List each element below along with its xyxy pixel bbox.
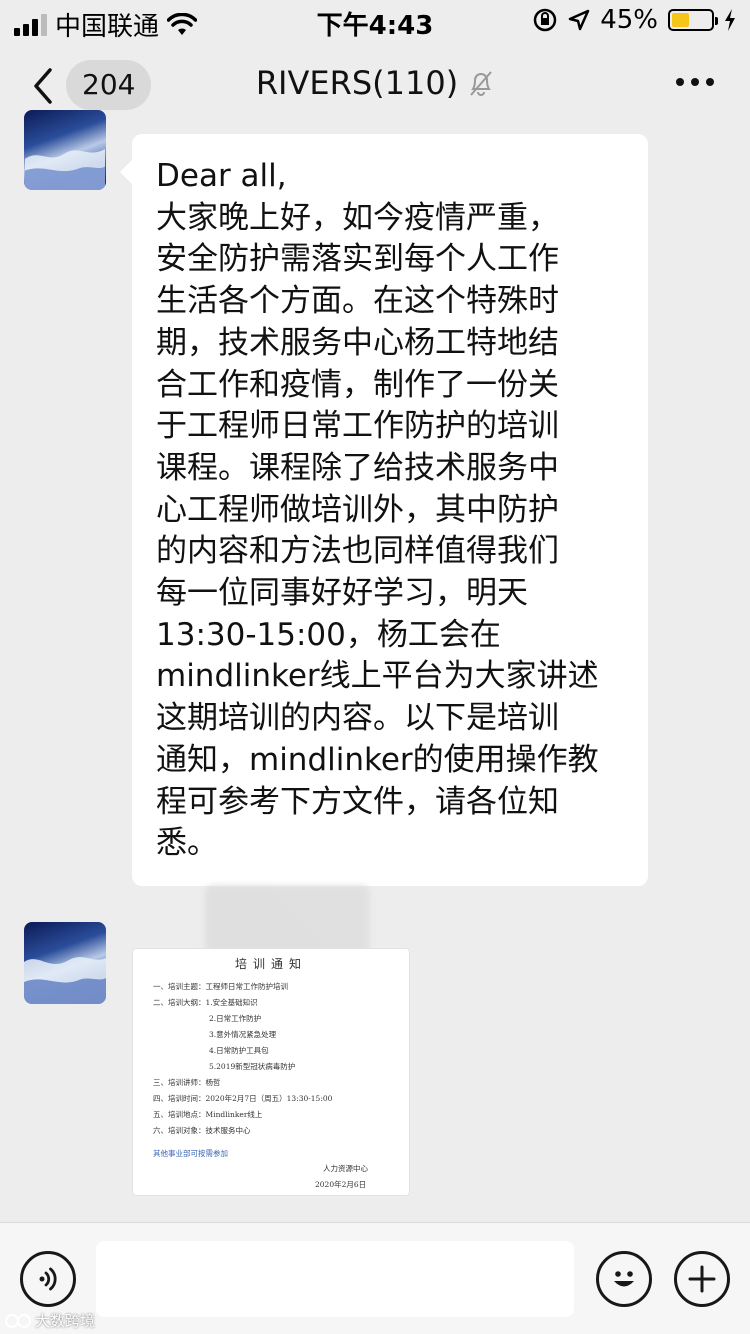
doc-line: 2.日常工作防护	[209, 1014, 262, 1023]
input-bar	[0, 1222, 750, 1334]
location-icon	[568, 9, 590, 31]
emoji-button[interactable]	[596, 1251, 652, 1307]
doc-line: 五、培训地点：Mindlinker线上	[153, 1110, 263, 1119]
emoji-icon	[614, 1271, 634, 1287]
voice-button[interactable]	[20, 1251, 76, 1307]
doc-line: 其他事业部可按需参加	[153, 1149, 228, 1158]
doc-line: 人力资源中心	[323, 1164, 368, 1173]
image-message[interactable]: 培训通知 一、培训主题：工程师日常工作防护培训 二、培训大纲：1.安全基础知识 …	[132, 948, 410, 1196]
sender-avatar[interactable]	[24, 922, 106, 1004]
more-dot	[676, 78, 684, 86]
doc-line: 3.意外情况紧急处理	[209, 1030, 277, 1039]
sender-avatar[interactable]	[24, 110, 106, 190]
battery-percent: 45%	[600, 5, 658, 35]
watermark-text: 大数跨境	[35, 1312, 96, 1330]
more-functions-button[interactable]	[674, 1251, 730, 1307]
doc-line: 六、培训对象：技术服务中心	[153, 1126, 251, 1135]
watermark-logo-icon	[5, 1313, 31, 1328]
message-text: Dear all, 大家晚上好，如今疫情严重， 安全防护需落实到每个人工作 生活…	[156, 158, 599, 862]
doc-line: 四、培训时间：2020年2月7日（周五）13:30-15:00	[153, 1094, 333, 1103]
bell-off-icon	[470, 71, 492, 96]
chat-header: 204 RIVERS(110)	[0, 40, 750, 130]
more-dot	[706, 78, 714, 86]
chat-title-text: RIVERS(110)	[255, 64, 459, 102]
doc-line: 二、培训大纲：1.安全基础知识	[153, 998, 258, 1007]
voice-icon	[39, 1267, 57, 1291]
message-bubble[interactable]: Dear all, 大家晚上好，如今疫情严重， 安全防护需落实到每个人工作 生活…	[120, 134, 648, 886]
more-options-button[interactable]	[676, 78, 714, 86]
orientation-lock-icon	[533, 8, 557, 32]
more-dot	[691, 78, 699, 86]
doc-line: 三、培训讲师：杨哲	[153, 1078, 221, 1087]
doc-line: 2020年2月6日	[315, 1180, 367, 1189]
avatar-image	[24, 957, 106, 1004]
avatar-image	[25, 149, 105, 190]
doc-line: 5.2019新型冠状病毒防护	[209, 1062, 296, 1071]
doc-line: 一、培训主题：工程师日常工作防护培训	[153, 982, 288, 991]
message-input[interactable]	[96, 1241, 574, 1317]
battery-icon	[668, 9, 718, 31]
chat-title: RIVERS(110)	[0, 64, 750, 102]
plus-icon	[688, 1265, 716, 1293]
charging-icon	[725, 9, 735, 31]
status-bar: 中国联通 下午4:43 45%	[0, 0, 750, 42]
status-right: 45%	[532, 5, 736, 35]
watermark: 大数跨境	[4, 1310, 95, 1331]
battery-level	[672, 13, 690, 27]
doc-title: 培训通知	[234, 957, 307, 971]
doc-line: 4.日常防护工具包	[209, 1046, 269, 1055]
